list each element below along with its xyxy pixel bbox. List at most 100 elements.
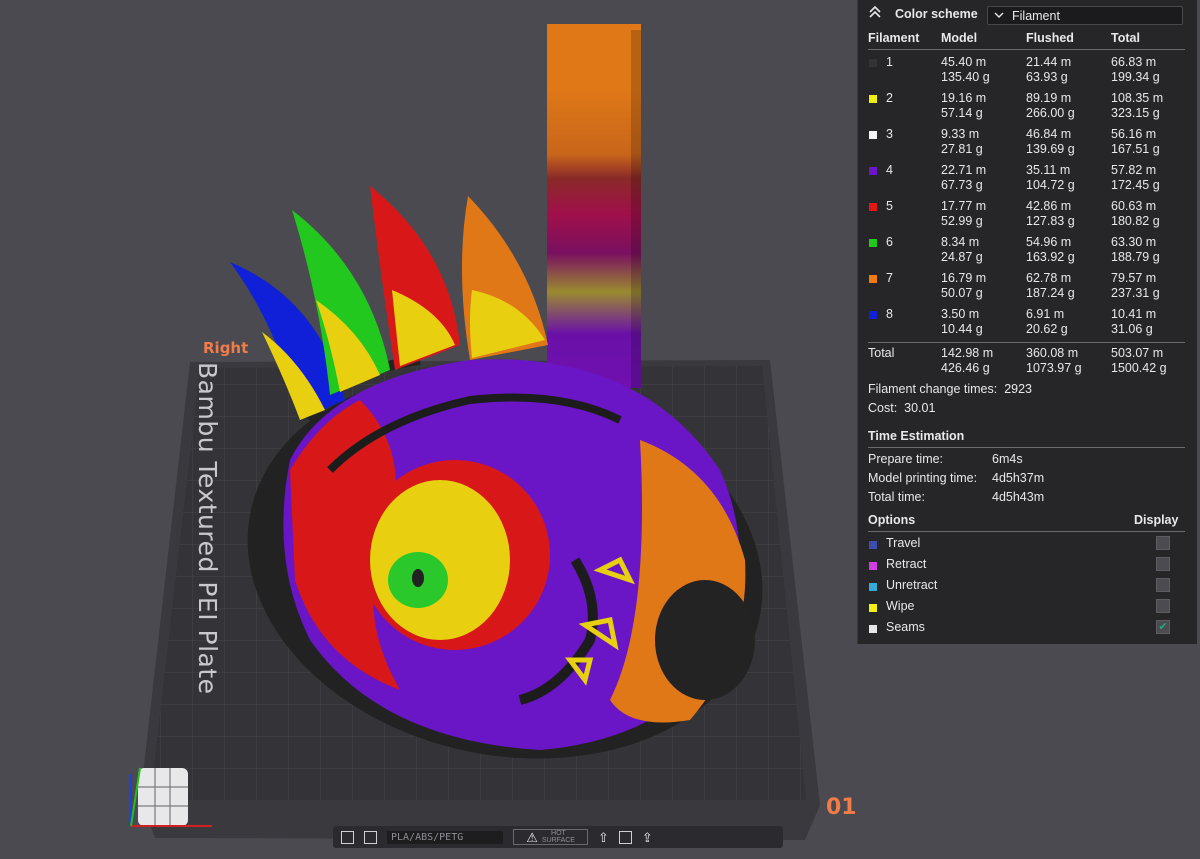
total-length: 10.41 m bbox=[1111, 307, 1157, 321]
filament-change-line: Filament change times: 2923 bbox=[868, 382, 1032, 396]
grid-view-icon[interactable] bbox=[341, 830, 354, 844]
upload-icon[interactable]: ⇧ bbox=[598, 831, 609, 844]
filament-index: 3 bbox=[886, 127, 893, 141]
option-label: Wipe bbox=[886, 599, 915, 613]
total-length: 79.57 m bbox=[1111, 271, 1157, 285]
model-length: 17.77 m bbox=[941, 199, 987, 213]
flushed-length: 46.84 m bbox=[1026, 127, 1072, 141]
model-length: 19.16 m bbox=[941, 91, 987, 105]
color-scheme-row: Color scheme Filament bbox=[858, 0, 1198, 30]
total-length: 57.82 m bbox=[1111, 163, 1157, 177]
flushed-weight: 163.92 g bbox=[1026, 250, 1075, 264]
filament-change-value: 2923 bbox=[1004, 382, 1032, 396]
option-swatch bbox=[869, 625, 877, 633]
total-length: 63.30 m bbox=[1111, 235, 1157, 249]
filament-swatch bbox=[869, 95, 877, 103]
total-length: 66.83 m bbox=[1111, 55, 1157, 69]
filament-index: 8 bbox=[886, 307, 893, 321]
model-weight: 24.87 g bbox=[941, 250, 983, 264]
total-flushed-m: 360.08 m bbox=[1026, 346, 1079, 360]
plate-settings-icon[interactable] bbox=[364, 830, 377, 844]
total-weight: 188.79 g bbox=[1111, 250, 1160, 264]
option-label: Retract bbox=[886, 557, 927, 571]
total-weight: 323.15 g bbox=[1111, 106, 1160, 120]
flushed-length: 89.19 m bbox=[1026, 91, 1072, 105]
model-weight: 50.07 g bbox=[941, 286, 983, 300]
total-weight: 237.31 g bbox=[1111, 286, 1160, 300]
plate-name-label: Bambu Textured PEI Plate bbox=[193, 362, 222, 695]
display-title: Display bbox=[1134, 513, 1179, 527]
display-checkbox[interactable] bbox=[1156, 578, 1170, 592]
filament-table-header: Filament Model Flushed Total bbox=[858, 30, 1198, 49]
total-label: Total bbox=[868, 346, 895, 360]
filament-index: 2 bbox=[886, 91, 893, 105]
filament-row: 8 3.50 m 10.44 g 6.91 m 20.62 g 10.41 m 31.06 … bbox=[858, 306, 1198, 340]
options-title: Options bbox=[868, 513, 916, 527]
gcode-legend-panel: Color scheme Filament Filament Model Flu… bbox=[857, 0, 1197, 644]
frame-icon[interactable] bbox=[618, 830, 632, 844]
color-scheme-select[interactable]: Filament bbox=[987, 6, 1183, 25]
surface-line2: SURFACE bbox=[541, 837, 575, 844]
total-weight: 199.34 g bbox=[1111, 70, 1160, 84]
flushed-weight: 139.69 g bbox=[1026, 142, 1075, 156]
total-weight: 31.06 g bbox=[1111, 322, 1153, 336]
col-filament: Filament bbox=[868, 31, 920, 45]
cost-label: Cost: bbox=[868, 401, 898, 415]
filament-swatch bbox=[869, 131, 877, 139]
display-checkbox[interactable] bbox=[1156, 599, 1170, 613]
filament-swatch bbox=[869, 239, 877, 247]
option-row: Travel bbox=[858, 536, 1198, 557]
flushed-length: 21.44 m bbox=[1026, 55, 1072, 69]
filament-row: 6 8.34 m 24.87 g 54.96 m 163.92 g 63.30 m 188.… bbox=[858, 234, 1198, 268]
flushed-weight: 20.62 g bbox=[1026, 322, 1068, 336]
total-total-m: 503.07 m bbox=[1111, 346, 1164, 360]
total-divider bbox=[868, 342, 1185, 343]
filament-change-label: Filament change times: bbox=[868, 382, 998, 396]
surface-badge: ⚠ HOT SURFACE bbox=[513, 829, 588, 845]
model-weight: 10.44 g bbox=[941, 322, 983, 336]
model-length: 8.34 m bbox=[941, 235, 980, 249]
time-value: 6m4s bbox=[992, 452, 1023, 466]
option-swatch bbox=[869, 583, 877, 591]
time-value: 4d5h43m bbox=[992, 490, 1045, 504]
option-row: Seams ✔ bbox=[858, 620, 1198, 641]
flushed-length: 54.96 m bbox=[1026, 235, 1072, 249]
filament-row: 4 22.71 m 67.73 g 35.11 m 104.72 g 57.82 m 172… bbox=[858, 162, 1198, 196]
col-flushed: Flushed bbox=[1026, 31, 1074, 45]
filament-index: 5 bbox=[886, 199, 893, 213]
display-checkbox[interactable] bbox=[1156, 557, 1170, 571]
model-length: 45.40 m bbox=[941, 55, 987, 69]
collapse-chevron-icon[interactable] bbox=[868, 5, 882, 19]
model-length: 3.50 m bbox=[941, 307, 980, 321]
filament-index: 7 bbox=[886, 271, 893, 285]
plate-type-label: PLA/ABS/PETG bbox=[387, 830, 504, 844]
plate-number: 01 bbox=[826, 795, 857, 820]
options-divider bbox=[868, 531, 1185, 532]
flushed-weight: 266.00 g bbox=[1026, 106, 1075, 120]
display-checkbox[interactable]: ✔ bbox=[1156, 620, 1170, 634]
option-row: Wipe bbox=[858, 599, 1198, 620]
panel-edge-marker bbox=[1190, 98, 1200, 128]
option-swatch bbox=[869, 604, 877, 612]
view-orientation-label: Right bbox=[203, 339, 249, 357]
option-label: Travel bbox=[886, 536, 921, 550]
filament-swatch bbox=[869, 311, 877, 319]
filament-row: 3 9.33 m 27.81 g 46.84 m 139.69 g 56.16 m 167.… bbox=[858, 126, 1198, 160]
filament-swatch bbox=[869, 167, 877, 175]
total-model-g: 426.46 g bbox=[941, 361, 990, 375]
print-icon[interactable]: ⇪ bbox=[642, 831, 653, 844]
option-swatch bbox=[869, 562, 877, 570]
total-weight: 172.45 g bbox=[1111, 178, 1160, 192]
flushed-length: 35.11 m bbox=[1026, 163, 1071, 177]
model-length: 9.33 m bbox=[941, 127, 980, 141]
option-row: Unretract bbox=[858, 578, 1198, 599]
total-weight: 167.51 g bbox=[1111, 142, 1160, 156]
flushed-length: 6.91 m bbox=[1026, 307, 1065, 321]
display-checkbox[interactable] bbox=[1156, 536, 1170, 550]
time-value: 4d5h37m bbox=[992, 471, 1045, 485]
filament-swatch bbox=[869, 275, 877, 283]
total-model-m: 142.98 m bbox=[941, 346, 994, 360]
model-length: 22.71 m bbox=[941, 163, 987, 177]
filament-swatch bbox=[869, 59, 877, 67]
cost-value: 30.01 bbox=[904, 401, 936, 415]
